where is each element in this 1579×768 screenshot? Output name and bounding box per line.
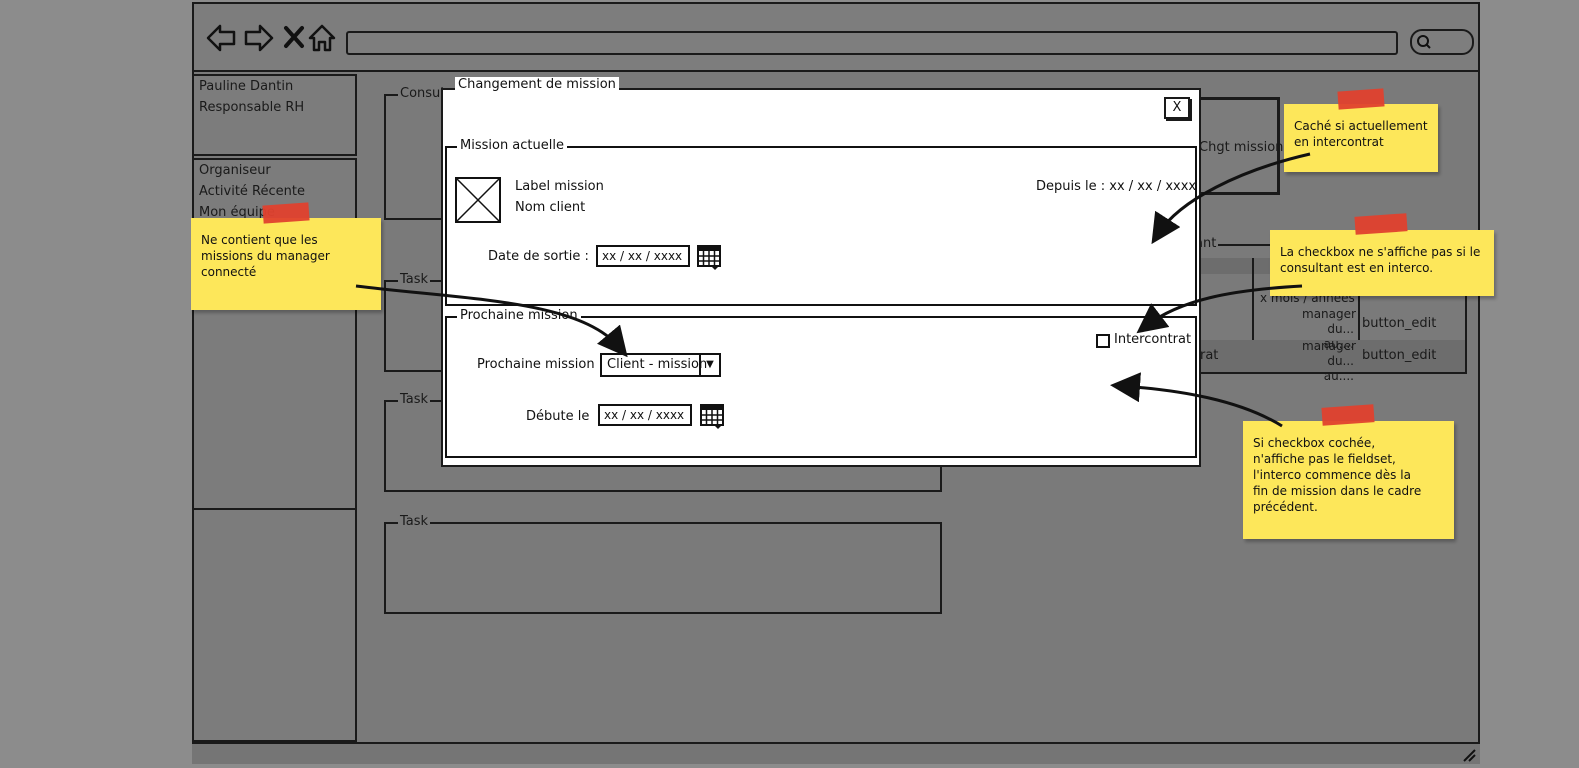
next-mission-legend: Prochaine mission xyxy=(457,308,581,323)
user-role: Responsable RH xyxy=(199,100,305,115)
menu-item-organiseur[interactable]: Organiseur xyxy=(199,163,271,178)
calendar-icon[interactable] xyxy=(697,245,723,271)
table-cell: rat xyxy=(1200,348,1219,363)
current-mission-fieldset: Mission actuelle xyxy=(445,138,1197,306)
resize-grip-icon[interactable] xyxy=(1462,748,1476,762)
consultant-legend: Consul xyxy=(398,86,446,101)
exit-date-input[interactable]: xx / xx / xxxx xyxy=(596,245,690,267)
exit-date-label: Date de sortie : xyxy=(488,249,589,264)
image-placeholder-icon xyxy=(455,177,501,223)
task-fieldset-1: Task xyxy=(384,272,444,372)
start-date-input[interactable]: xx / xx / xxxx xyxy=(598,404,692,426)
chevron-down-icon: ▼ xyxy=(699,355,719,375)
consultant-fieldset: Consul xyxy=(384,86,446,220)
task-legend: Task xyxy=(398,514,431,529)
sticky-note: La checkbox ne s'affiche pas si le consu… xyxy=(1270,230,1494,296)
sticky-note: Si checkbox cochée, n'affiche pas le fie… xyxy=(1243,421,1454,539)
label-mission: Label mission xyxy=(515,179,604,194)
tape xyxy=(1337,88,1385,110)
forward-arrow-icon[interactable] xyxy=(242,22,274,54)
edit-button[interactable]: button_edit xyxy=(1362,316,1436,331)
menu-item-activite-recente[interactable]: Activité Récente xyxy=(199,184,305,199)
start-date-label: Débute le xyxy=(526,409,590,424)
since-date: Depuis le : xx / xx / xxxx xyxy=(1036,179,1197,194)
table-cell: manager du... au.... xyxy=(1302,339,1356,383)
user-name: Pauline Dantin xyxy=(199,79,294,94)
status-bar xyxy=(192,742,1480,764)
intercontrat-label: Intercontrat xyxy=(1114,332,1192,347)
next-mission-label: Prochaine mission xyxy=(477,357,595,372)
task-legend: Task xyxy=(398,392,431,407)
sticky-note-text: Si checkbox cochée, n'affiche pas le fie… xyxy=(1253,436,1422,514)
sticky-note-text: Ne contient que les missions du manager … xyxy=(201,233,330,279)
calendar-icon[interactable] xyxy=(700,404,726,430)
client-name: Nom client xyxy=(515,200,586,215)
chgt-mission-button[interactable]: Chgt mission xyxy=(1192,97,1283,195)
url-bar[interactable] xyxy=(346,31,1398,55)
next-mission-fieldset: Prochaine mission xyxy=(445,308,1197,458)
user-panel: Pauline Dantin Responsable RH xyxy=(192,74,357,156)
next-mission-select[interactable]: Client - mission ▼ xyxy=(600,353,721,377)
intercontrat-checkbox[interactable] xyxy=(1096,334,1110,348)
task-legend: Task xyxy=(398,272,431,287)
back-arrow-icon[interactable] xyxy=(206,22,238,54)
next-mission-value: Client - mission xyxy=(607,357,708,372)
sticky-note-text: Caché si actuellement en intercontrat xyxy=(1294,119,1428,149)
tape xyxy=(1321,404,1375,426)
sticky-note-text: La checkbox ne s'affiche pas si le consu… xyxy=(1280,245,1481,275)
search-field[interactable] xyxy=(1410,29,1474,55)
current-mission-legend: Mission actuelle xyxy=(457,138,567,153)
tape xyxy=(1354,213,1408,235)
search-icon xyxy=(1417,35,1431,49)
sticky-note: Ne contient que les missions du manager … xyxy=(191,218,381,310)
modal-title: Changement de mission xyxy=(455,77,619,92)
tape xyxy=(262,202,310,224)
side-panel-empty xyxy=(192,508,357,742)
task-fieldset-3: Task xyxy=(384,514,942,614)
home-icon[interactable] xyxy=(306,22,338,54)
edit-button[interactable]: button_edit xyxy=(1362,348,1436,363)
close-button[interactable]: X xyxy=(1164,97,1190,119)
sticky-note: Caché si actuellement en intercontrat xyxy=(1284,104,1438,172)
